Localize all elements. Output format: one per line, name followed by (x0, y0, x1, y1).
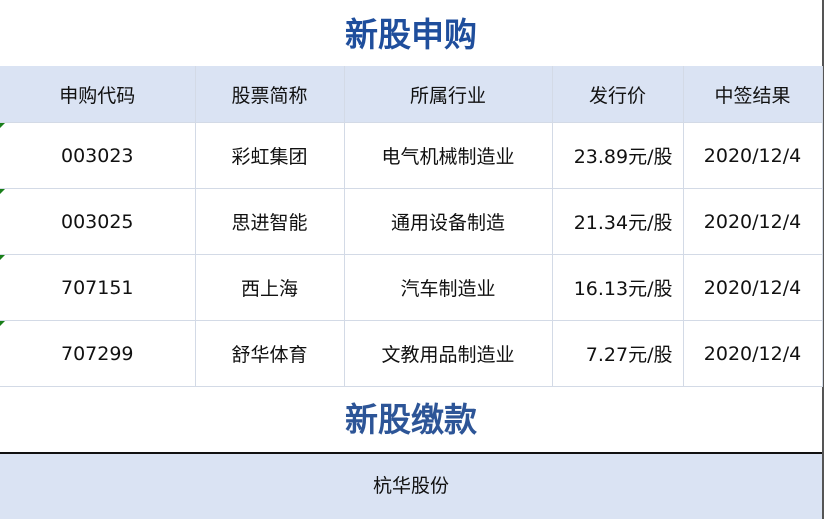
cell-result[interactable]: 2020/12/4 (682, 122, 823, 189)
table-row: 003023 彩虹集团 电气机械制造业 23.89元/股 2020/12/4 (0, 122, 823, 189)
header-price[interactable]: 发行价 (551, 66, 684, 123)
cell-code[interactable]: 003023 (0, 122, 196, 189)
cell-industry[interactable]: 电气机械制造业 (343, 122, 553, 189)
header-name[interactable]: 股票简称 (194, 66, 345, 123)
cell-code[interactable]: 707299 (0, 320, 196, 387)
cell-price[interactable]: 7.27元/股 (551, 320, 684, 387)
table-row: 707299 舒华体育 文教用品制造业 7.27元/股 2020/12/4 (0, 320, 823, 387)
ipo-subscription-title: 新股申购 (345, 15, 477, 54)
payment-stock-cell[interactable]: 杭华股份 (0, 452, 822, 519)
ipo-payment-title: 新股缴款 (345, 400, 477, 439)
text-number-marker-icon (0, 321, 5, 326)
cell-name[interactable]: 彩虹集团 (194, 122, 345, 189)
table-row: 707151 西上海 汽车制造业 16.13元/股 2020/12/4 (0, 254, 823, 321)
cell-price[interactable]: 21.34元/股 (551, 188, 684, 255)
cell-industry[interactable]: 通用设备制造 (343, 188, 553, 255)
code-text: 003023 (60, 144, 134, 167)
cell-industry[interactable]: 汽车制造业 (343, 254, 553, 321)
table-header-row: 申购代码 股票简称 所属行业 发行价 中签结果 (0, 66, 823, 123)
code-text: 003025 (60, 210, 134, 233)
cell-result[interactable]: 2020/12/4 (682, 320, 823, 387)
cell-name[interactable]: 舒华体育 (194, 320, 345, 387)
cell-name[interactable]: 西上海 (194, 254, 345, 321)
table-row: 003025 思进智能 通用设备制造 21.34元/股 2020/12/4 (0, 188, 823, 255)
cell-code[interactable]: 003025 (0, 188, 196, 255)
cell-result[interactable]: 2020/12/4 (682, 254, 823, 321)
code-text: 707151 (60, 276, 134, 299)
text-number-marker-icon (0, 123, 5, 128)
code-text: 707299 (60, 342, 134, 365)
text-number-marker-icon (0, 189, 5, 194)
cell-code[interactable]: 707151 (0, 254, 196, 321)
cell-industry[interactable]: 文教用品制造业 (343, 320, 553, 387)
cell-price[interactable]: 16.13元/股 (551, 254, 684, 321)
cell-name[interactable]: 思进智能 (194, 188, 345, 255)
header-result[interactable]: 中签结果 (682, 66, 823, 123)
cell-price[interactable]: 23.89元/股 (551, 122, 684, 189)
header-code[interactable]: 申购代码 (0, 66, 196, 123)
ipo-subscription-table: 申购代码 股票简称 所属行业 发行价 中签结果 003023 彩虹集团 电气机械… (0, 66, 823, 387)
cell-result[interactable]: 2020/12/4 (682, 188, 823, 255)
text-number-marker-icon (0, 255, 5, 260)
header-industry[interactable]: 所属行业 (343, 66, 553, 123)
